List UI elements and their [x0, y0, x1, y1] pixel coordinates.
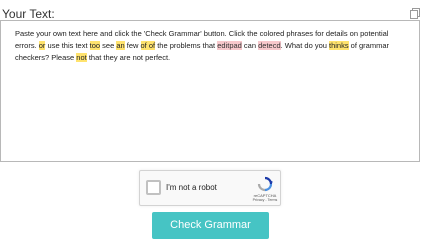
grammar-checker: Your Text: Paste your own text here and … [0, 0, 434, 245]
recaptcha-widget: I'm not a robot reCAPTCHA Privacy - Term… [139, 170, 281, 206]
text-segment: that they are not perfect. [86, 53, 171, 62]
recaptcha-terms[interactable]: Privacy - Terms [249, 198, 281, 202]
text-segment: the problems that [155, 41, 218, 50]
recaptcha-logo-icon [257, 176, 273, 192]
text-segment: can [241, 41, 259, 50]
spelling-error[interactable]: detecd [258, 41, 281, 50]
text-segment: few [124, 41, 141, 50]
grammar-suggestion[interactable]: of of [140, 41, 156, 50]
text-segment: . What do you [280, 41, 329, 50]
spelling-error[interactable]: editpad [217, 41, 242, 50]
grammar-suggestion[interactable]: thinks [329, 41, 349, 50]
text-input-area[interactable]: Paste your own text here and click the '… [0, 20, 420, 162]
captcha-checkbox[interactable] [146, 180, 161, 195]
captcha-label: I'm not a robot [166, 183, 217, 192]
grammar-suggestion[interactable]: not [76, 53, 87, 62]
text-label: Your Text: [2, 7, 55, 21]
grammar-suggestion[interactable]: an [116, 41, 125, 50]
text-segment: use this text [45, 41, 90, 50]
check-grammar-button[interactable]: Check Grammar [152, 212, 269, 239]
text-segment: see [100, 41, 117, 50]
grammar-suggestion[interactable]: too [89, 41, 101, 50]
copy-icon[interactable] [410, 8, 420, 19]
